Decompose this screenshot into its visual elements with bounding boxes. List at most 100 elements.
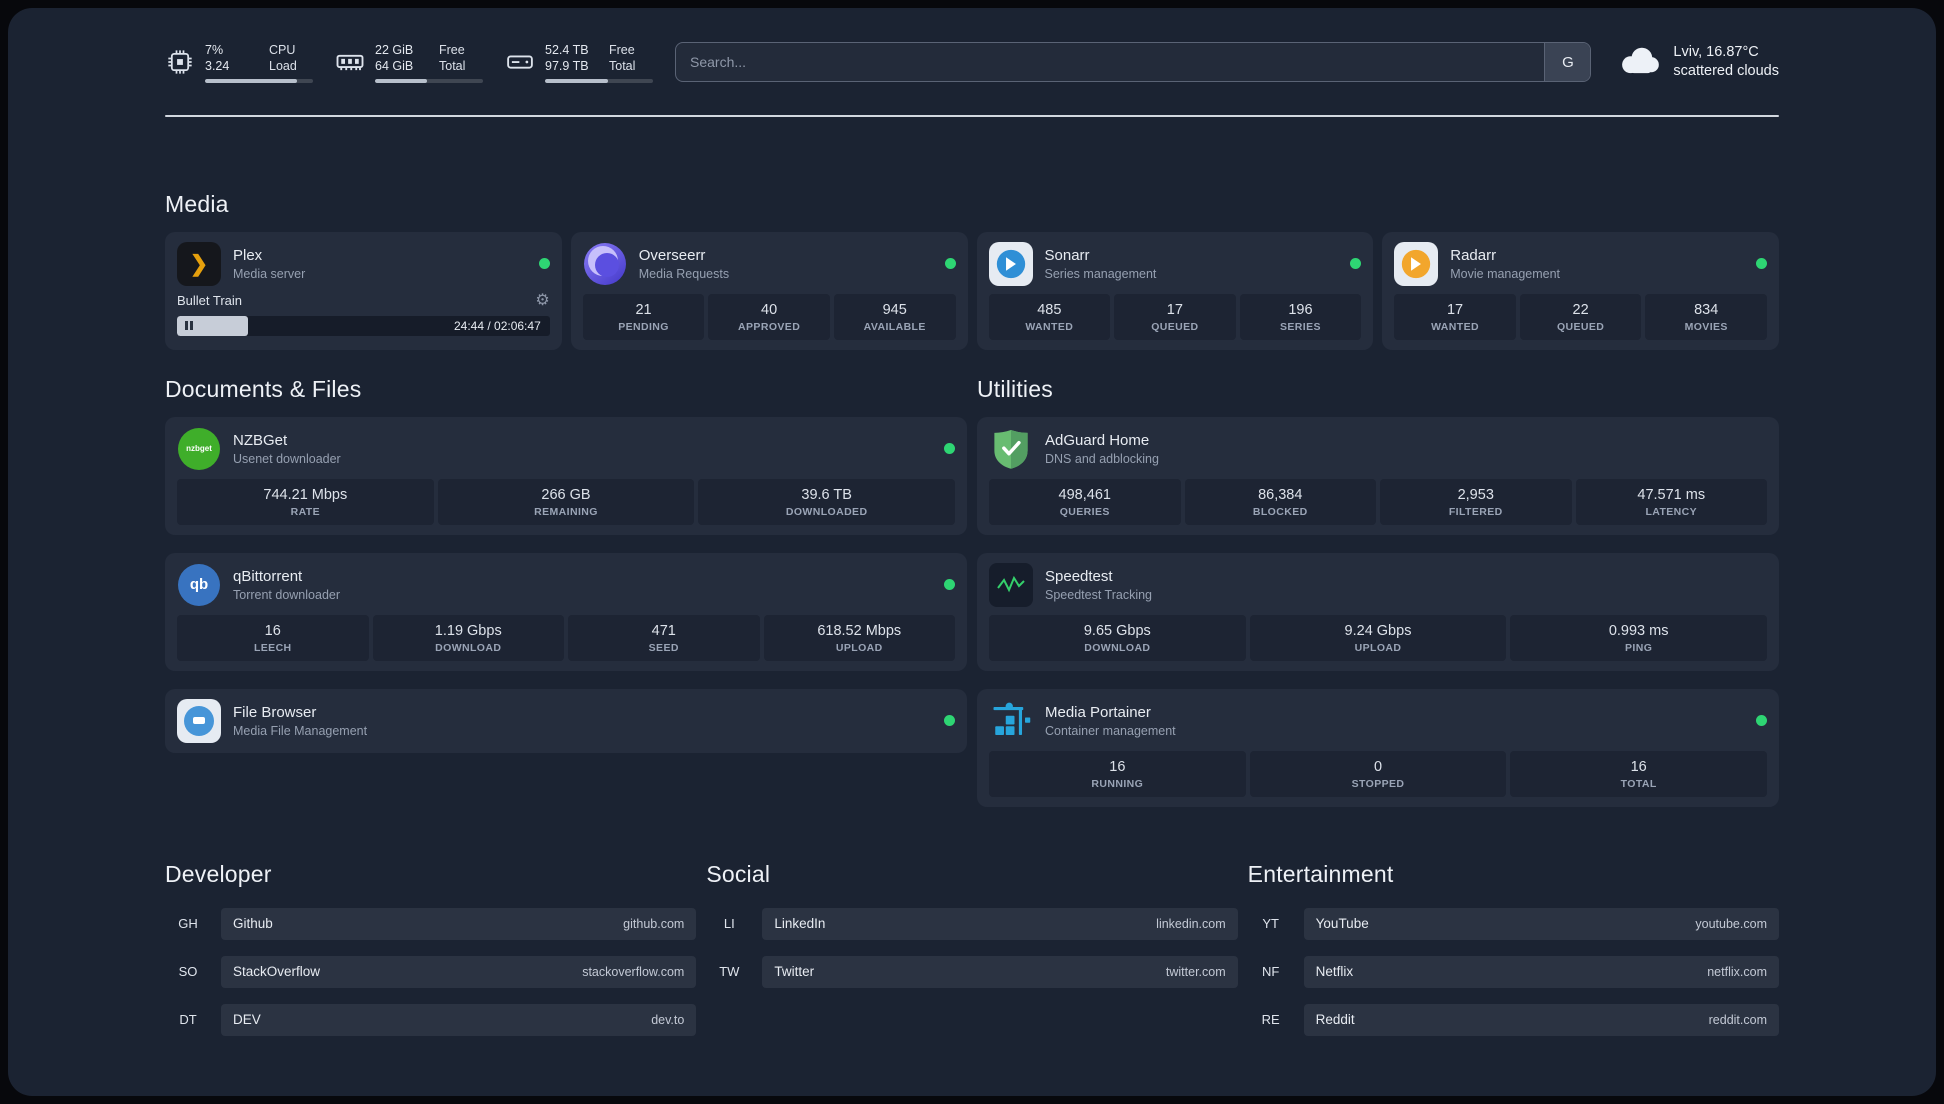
service-card-nzbget[interactable]: nzbget NZBGet Usenet downloader 744.21 M… <box>165 416 967 535</box>
search-input[interactable] <box>675 42 1592 83</box>
stat-tile: 22 QUEUED <box>1519 293 1642 340</box>
disk-usage-bar <box>545 78 653 83</box>
bookmark-url: youtube.com <box>1695 916 1767 931</box>
section-title-media: Media <box>165 190 229 217</box>
section-title-documents: Documents & Files <box>165 375 362 402</box>
ram-icon <box>335 47 365 77</box>
stat-value: 0.993 ms <box>1608 622 1669 639</box>
bookmark-abbr: SO <box>178 964 198 979</box>
status-dot <box>944 715 955 726</box>
status-dot <box>944 443 955 454</box>
service-name[interactable]: Overseerr <box>639 247 729 264</box>
bookmark-url: stackoverflow.com <box>582 964 685 979</box>
section-title-developer: Developer <box>165 860 272 887</box>
stat-value: 2,953 <box>1457 486 1494 503</box>
service-card-overseerr[interactable]: Overseerr Media Requests 21 PENDING 40 A… <box>570 231 968 350</box>
service-subtitle: Media Requests <box>638 266 730 281</box>
bookmark-name: Github <box>233 916 273 931</box>
stat-label: PENDING <box>618 320 669 333</box>
adguard-icon <box>989 427 1033 471</box>
service-name[interactable]: qBittorrent <box>233 568 340 585</box>
stat-label: STOPPED <box>1351 777 1405 790</box>
bookmark-name: LinkedIn <box>774 916 826 931</box>
section-social: Social LI LinkedIn linkedin.com TW Twitt… <box>706 861 1238 1052</box>
service-card-plex[interactable]: ❯ Plex Media server Bullet Train ⚙ 24:44… <box>165 231 562 350</box>
section-utilities: Utilities AdGuard Home DNS and adblockin… <box>977 376 1779 807</box>
overseerr-icon <box>583 242 627 286</box>
service-card-qbittorrent[interactable]: qb qBittorrent Torrent downloader 16 LEE… <box>165 552 967 671</box>
bookmark-youtube[interactable]: YT YouTube youtube.com <box>1248 907 1779 940</box>
service-card-radarr[interactable]: Radarr Movie management 17 WANTED 22 QUE… <box>1382 231 1779 350</box>
bookmark-github[interactable]: GH Github github.com <box>165 907 697 940</box>
cpu-label-bottom: Load <box>269 59 297 74</box>
bookmark-abbr: TW <box>719 964 740 979</box>
stat-value: 1.19 Gbps <box>434 622 502 639</box>
stat-tile: 40 APPROVED <box>708 293 830 340</box>
top-bar: 7% 3.24 CPU Load 22 GiB 64 GiB Free Tota… <box>165 42 1779 83</box>
stat-value: 9.65 Gbps <box>1083 622 1151 639</box>
bookmark-reddit[interactable]: RE Reddit reddit.com <box>1248 1003 1779 1036</box>
ram-value-bottom: 64 GiB <box>375 59 414 74</box>
stat-label: DOWNLOADED <box>785 505 868 518</box>
stat-label: MOVIES <box>1684 320 1728 333</box>
disk-label-bottom: Total <box>609 59 636 74</box>
stat-label: WANTED <box>1431 320 1479 333</box>
speedtest-icon <box>989 562 1033 607</box>
stat-label: SERIES <box>1279 320 1321 333</box>
service-card-speedtest[interactable]: Speedtest Speedtest Tracking 9.65 Gbps D… <box>977 552 1779 671</box>
stat-tile: 0.993 ms PING <box>1510 614 1767 661</box>
stat-tile: 485 WANTED <box>988 293 1111 340</box>
pause-icon <box>185 321 193 330</box>
ram-label-bottom: Total <box>439 59 466 74</box>
bookmark-netflix[interactable]: NF Netflix netflix.com <box>1248 955 1779 988</box>
service-subtitle: Series management <box>1044 266 1157 281</box>
status-dot <box>538 258 550 269</box>
bookmark-stackoverflow[interactable]: SO StackOverflow stackoverflow.com <box>165 955 697 988</box>
service-name[interactable]: NZBGet <box>233 432 341 449</box>
stat-tile: 498,461 QUERIES <box>989 478 1181 525</box>
service-card-portainer[interactable]: Media Portainer Container management 16 … <box>977 688 1779 807</box>
service-card-adguard[interactable]: AdGuard Home DNS and adblocking 498,461 … <box>977 416 1779 535</box>
stat-label: REMAINING <box>534 505 598 518</box>
bookmark-twitter[interactable]: TW Twitter twitter.com <box>706 955 1238 988</box>
stat-value: 17 <box>1446 301 1464 318</box>
service-card-sonarr[interactable]: Sonarr Series management 485 WANTED 17 Q… <box>976 231 1374 350</box>
service-name[interactable]: Radarr <box>1450 247 1560 264</box>
portainer-icon <box>989 699 1033 743</box>
status-dot <box>944 579 955 590</box>
bookmark-linkedin[interactable]: LI LinkedIn linkedin.com <box>706 907 1238 940</box>
stat-value: 16 <box>264 622 281 639</box>
bookmark-abbr: LI <box>723 916 735 931</box>
section-documents: Documents & Files nzbget NZBGet Usenet d… <box>165 376 967 807</box>
search-provider-button[interactable]: G <box>1544 43 1591 82</box>
stat-value: 22 <box>1572 301 1589 318</box>
stat-tile: 17 QUEUED <box>1114 293 1236 340</box>
disk-value-top: 52.4 TB <box>545 43 589 57</box>
search-bar: G <box>675 42 1592 83</box>
service-name[interactable]: Sonarr <box>1045 247 1157 264</box>
service-name[interactable]: Media Portainer <box>1045 704 1176 721</box>
stat-label: LEECH <box>253 641 292 654</box>
cpu-icon <box>165 47 195 77</box>
bookmark-name: Twitter <box>774 964 815 979</box>
service-name[interactable]: AdGuard Home <box>1045 432 1159 449</box>
service-name[interactable]: Speedtest <box>1045 568 1152 585</box>
bookmark-url: linkedin.com <box>1156 916 1226 931</box>
service-card-filebrowser[interactable]: File Browser Media File Management <box>165 688 967 753</box>
service-name[interactable]: Plex <box>233 247 305 264</box>
service-subtitle: Torrent downloader <box>233 587 341 602</box>
bookmark-dev[interactable]: DT DEV dev.to <box>165 1003 697 1036</box>
bookmark-name: StackOverflow <box>233 964 321 979</box>
service-name[interactable]: File Browser <box>233 704 367 721</box>
stat-tile: 471 SEED <box>568 614 760 661</box>
stat-label: SEED <box>648 641 679 654</box>
cpu-value-top: 7% <box>205 43 224 57</box>
service-subtitle: Speedtest Tracking <box>1045 587 1153 602</box>
stat-label: UPLOAD <box>835 641 883 654</box>
cpu-label-top: CPU <box>269 43 296 57</box>
stat-label: DOWNLOAD <box>435 641 502 654</box>
stat-label: RUNNING <box>1091 777 1144 790</box>
ram-value-top: 22 GiB <box>375 43 414 57</box>
stat-tile: 834 MOVIES <box>1645 293 1767 340</box>
gear-icon[interactable]: ⚙ <box>535 292 549 309</box>
